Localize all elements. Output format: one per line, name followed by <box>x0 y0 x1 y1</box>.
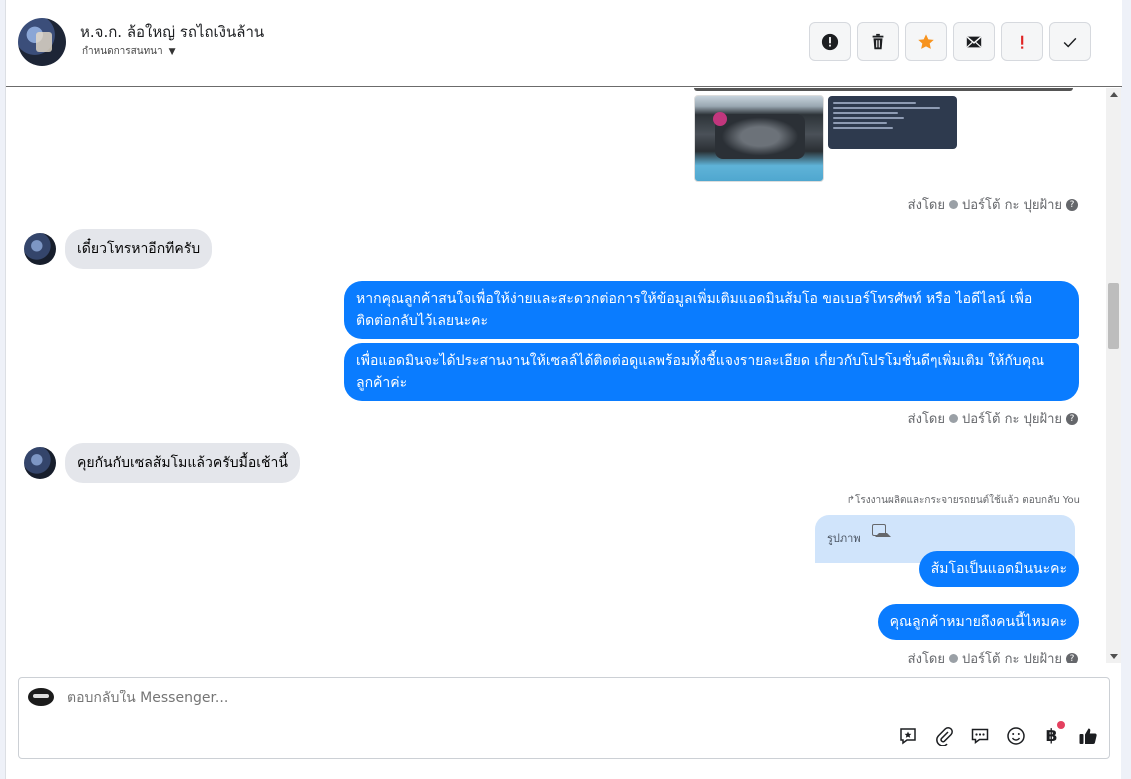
incoming-message: เดี๋ยวโทรหาอีกทีครับ <box>24 229 213 269</box>
attach-button[interactable] <box>932 724 955 747</box>
thumbs-up-icon <box>1079 728 1097 744</box>
mark-done-button[interactable] <box>1049 22 1091 61</box>
sender-name[interactable]: ปอร์โต้ กะ ปุยฝ้าย <box>962 648 1062 663</box>
scroll-up-arrow[interactable] <box>1110 92 1118 97</box>
page-avatar <box>28 688 54 706</box>
reply-preview-label: รูปภาพ <box>827 532 861 545</box>
sender-name[interactable]: ปอร์โต้ กะ ปุยฝ้าย <box>962 194 1062 215</box>
sent-by-label: ส่งโดย <box>907 412 945 427</box>
attached-photo-spec-sheet[interactable] <box>828 96 957 149</box>
verified-icon <box>949 654 958 663</box>
contact-avatar[interactable] <box>18 18 66 66</box>
engine-cap <box>713 112 727 126</box>
notification-dot <box>1057 721 1065 729</box>
schedule-label: กำหนดการสนทนา <box>82 46 163 57</box>
important-icon <box>1021 35 1024 49</box>
outgoing-bubble[interactable]: ส้มโอเป็นแอดมินนะคะ <box>918 551 1079 587</box>
attached-photo-engine[interactable] <box>694 95 824 182</box>
payment-baht-icon: ฿ <box>1045 725 1058 746</box>
reply-input[interactable] <box>67 690 667 706</box>
report-icon <box>821 33 839 50</box>
payment-button[interactable]: ฿ <box>1040 721 1065 747</box>
message-list[interactable]: ส่งโดย ปอร์โต้ กะ ปุยฝ้าย ? เดี๋ยวโทรหาอ… <box>6 88 1106 663</box>
delete-button[interactable] <box>857 22 899 61</box>
spec-line <box>833 117 905 119</box>
help-icon[interactable]: ? <box>1066 412 1078 425</box>
mark-unread-button[interactable] <box>953 22 995 61</box>
sent-by-label: ส่งโดย <box>907 652 945 663</box>
star-icon <box>918 33 934 49</box>
sent-by-label: ส่งโดย <box>907 198 945 213</box>
emoji-button[interactable] <box>1004 724 1027 747</box>
outgoing-bubble[interactable]: คุณลูกค้าหมายถึงคนนี้ไหมคะ <box>877 604 1079 640</box>
important-button[interactable] <box>1001 22 1043 61</box>
incoming-bubble[interactable]: คุยกันกับเซลส้มโมแล้วครับมื้อเช้านี้ <box>65 443 300 483</box>
attach-icon <box>935 726 953 746</box>
incoming-bubble[interactable]: เดี๋ยวโทรหาอีกทีครับ <box>65 229 213 269</box>
trash-icon <box>872 33 884 49</box>
like-button[interactable] <box>1076 724 1099 747</box>
conversation-header: ห.จ.ก. ล้อใหญ่ รถไถเงินล้าน กำหนดการสนทน… <box>6 0 1122 87</box>
outgoing-bubble[interactable]: หากคุณลูกค้าสนใจเพื่อให้ง่ายและสะดวกต่อก… <box>344 281 1079 339</box>
saved-reply-button[interactable] <box>896 724 919 747</box>
help-icon[interactable]: ? <box>1066 198 1078 211</box>
spec-line <box>833 102 917 104</box>
sender-name[interactable]: ปอร์โต้ กะ ปุยฝ้าย <box>962 408 1062 429</box>
report-button[interactable] <box>809 22 851 61</box>
conversation-panel: ห.จ.ก. ล้อใหญ่ รถไถเงินล้าน กำหนดการสนทน… <box>5 0 1122 779</box>
contact-avatar-small[interactable] <box>24 233 56 265</box>
outgoing-bubble[interactable]: เพื่อแอดมินจะได้ประสานงานให้เซลล์ได้ติดต… <box>344 343 1079 401</box>
spec-line <box>833 127 893 129</box>
chat-bubble-icon <box>971 728 988 744</box>
image-icon <box>872 524 891 537</box>
saved-reply-icon <box>899 727 916 744</box>
help-icon[interactable]: ? <box>1066 652 1078 663</box>
scroll-down-arrow[interactable] <box>1110 654 1118 659</box>
verified-icon <box>949 200 958 209</box>
attached-image-strip[interactable] <box>694 88 1073 91</box>
sent-by-info: ส่งโดย ปอร์โต้ กะ ปุยฝ้าย ? <box>908 408 1078 429</box>
composer-tools: ฿ <box>896 721 1099 747</box>
spec-line <box>833 122 887 124</box>
engine-shape <box>715 114 805 159</box>
star-button[interactable] <box>905 22 947 61</box>
header-actions <box>809 22 1091 61</box>
quick-reply-button[interactable] <box>968 724 991 747</box>
contact-avatar-small[interactable] <box>24 447 56 479</box>
sent-by-info: ส่งโดย ปอร์โต้ กะ ปุยฝ้าย ? <box>908 194 1078 215</box>
reply-composer: ฿ <box>18 677 1110 759</box>
contact-name[interactable]: ห.จ.ก. ล้อใหญ่ รถไถเงินล้าน <box>80 20 264 44</box>
spec-line <box>833 112 899 114</box>
message-scrollbar[interactable] <box>1106 88 1121 663</box>
caret-down-icon: ▼ <box>168 46 176 57</box>
spec-line <box>833 107 941 109</box>
verified-icon <box>949 414 958 423</box>
reply-context-note: ↱โรงงานผลิตและกระจายรถยนต์ใช้แล้ว ตอบกลั… <box>846 495 1080 506</box>
check-icon <box>1063 37 1077 48</box>
sent-by-info: ส่งโดย ปอร์โต้ กะ ปุยฝ้าย ? <box>908 648 1078 663</box>
conversation-schedule-dropdown[interactable]: กำหนดการสนทนา ▼ <box>82 44 176 59</box>
emoji-icon <box>1006 726 1025 745</box>
mail-icon <box>966 36 982 47</box>
incoming-message: คุยกันกับเซลส้มโมแล้วครับมื้อเช้านี้ <box>24 443 300 483</box>
scroll-thumb[interactable] <box>1108 283 1119 349</box>
